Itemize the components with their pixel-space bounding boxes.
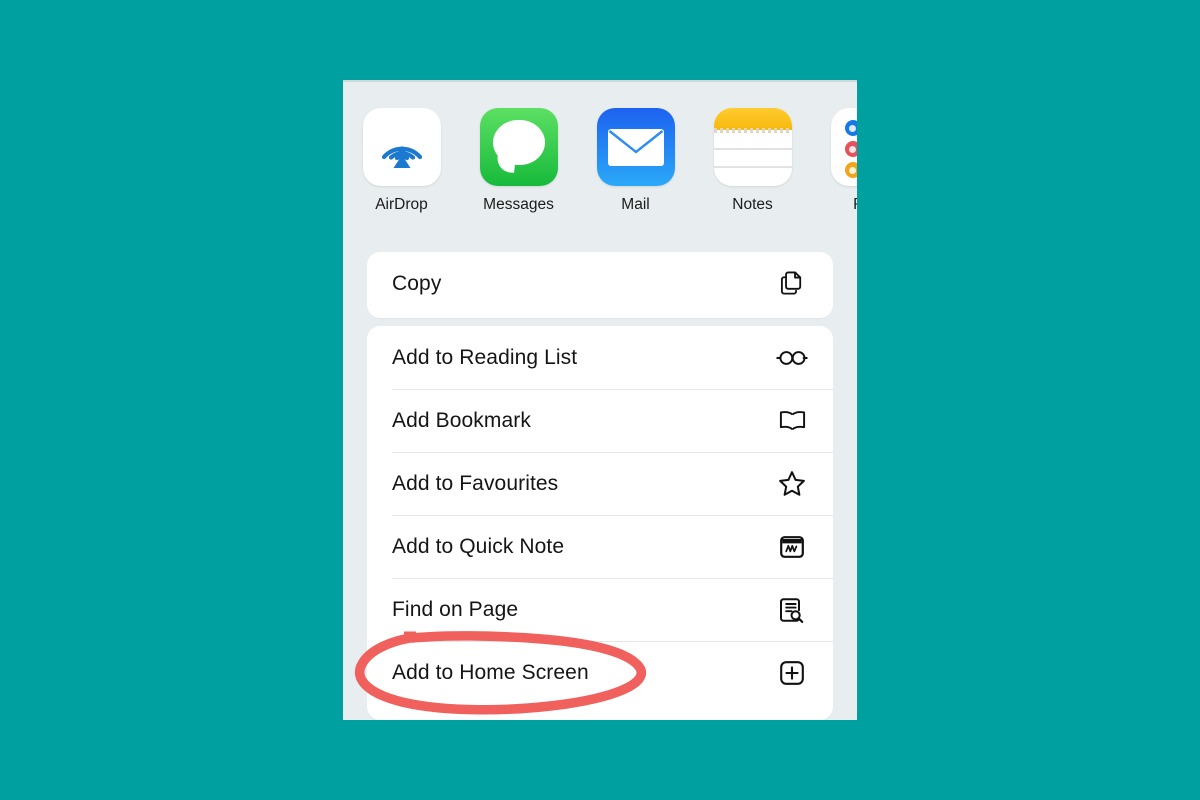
mail-icon: [596, 108, 675, 186]
action-row-add-to-reading-list[interactable]: Add to Reading List: [367, 326, 833, 389]
action-label: Find on Page: [392, 597, 519, 621]
plus-square-icon: [775, 656, 809, 690]
action-row-find-on-page[interactable]: Find on Page: [367, 578, 833, 641]
quick-note-icon: [775, 530, 809, 564]
sheet-top-divider: [343, 80, 857, 82]
document-search-icon: [775, 593, 809, 627]
action-label: Add to Reading List: [392, 345, 578, 369]
action-label: Add to Favourites: [392, 471, 559, 495]
glasses-icon: [775, 341, 809, 375]
share-app-messages[interactable]: Messages: [460, 108, 577, 214]
share-app-airdrop[interactable]: AirDrop: [343, 108, 460, 214]
share-app-label: Messages: [483, 196, 554, 213]
share-app-notes[interactable]: Notes: [694, 108, 811, 214]
copy-documents-icon: [775, 267, 809, 301]
actions-card: Add to Reading List Add Bookmark Add to …: [367, 326, 833, 720]
share-app-label: Mail: [621, 196, 650, 213]
share-app-mail[interactable]: Mail: [577, 108, 694, 214]
action-label: Add to Home Screen: [392, 660, 589, 684]
action-row-add-to-home-screen[interactable]: Add to Home Screen: [367, 641, 833, 704]
star-icon: [775, 467, 809, 501]
copy-action-card: Copy: [367, 252, 833, 318]
share-app-label: Rem: [853, 196, 857, 214]
share-app-label: Notes: [732, 196, 773, 213]
open-book-icon: [775, 404, 809, 438]
action-row-copy[interactable]: Copy: [367, 252, 833, 315]
airdrop-icon: [362, 108, 441, 186]
notes-icon: [713, 108, 792, 186]
messages-icon: [479, 108, 558, 186]
action-row-add-bookmark[interactable]: Add Bookmark: [367, 389, 833, 452]
action-label: Copy: [392, 271, 442, 295]
share-app-row[interactable]: AirDrop Messages Mail Notes: [343, 108, 857, 258]
ios-share-sheet: AirDrop Messages Mail Notes Copy Add to …: [343, 80, 857, 720]
action-row-add-to-quick-note[interactable]: Add to Quick Note: [367, 515, 833, 578]
reminders-icon: [830, 108, 857, 186]
share-app-label: AirDrop: [375, 196, 428, 213]
share-app-reminders[interactable]: Rem: [811, 108, 857, 214]
action-label: Add Bookmark: [392, 408, 531, 432]
action-row-add-to-favourites[interactable]: Add to Favourites: [367, 452, 833, 515]
action-label: Add to Quick Note: [392, 534, 565, 558]
